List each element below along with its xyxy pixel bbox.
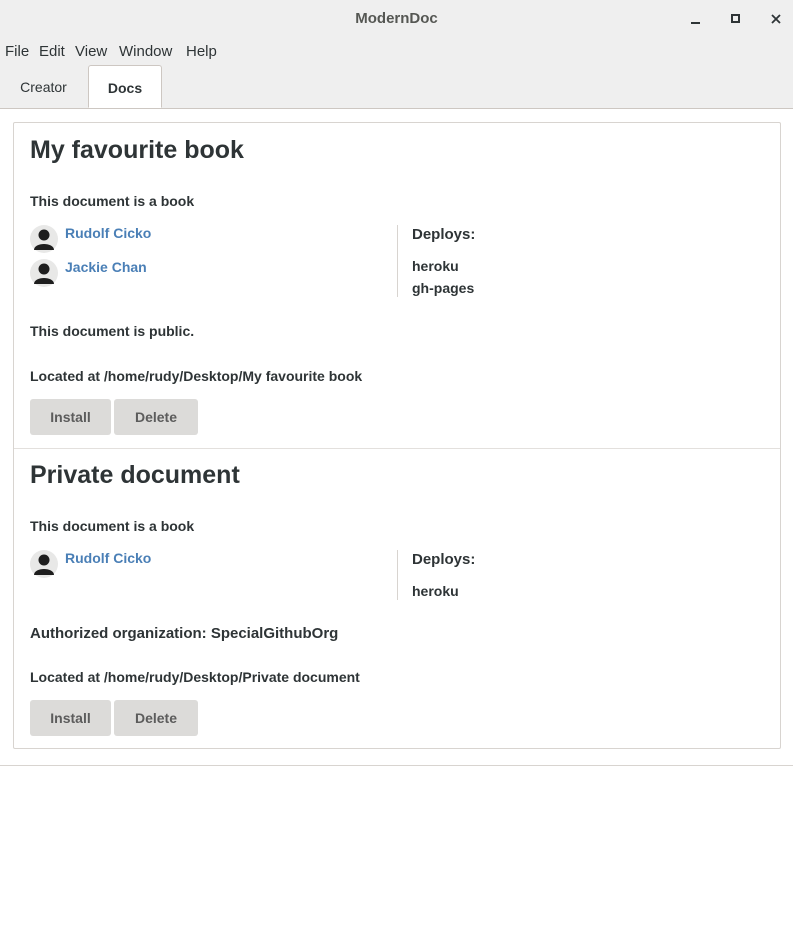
documents-panel: My favourite book This document is a boo… [13, 122, 781, 749]
delete-button[interactable]: Delete [114, 399, 198, 435]
title-bar: ModernDoc [0, 0, 793, 37]
menu-window[interactable]: Window [119, 37, 172, 65]
column-divider [397, 550, 398, 600]
document-separator [14, 448, 780, 449]
deploys-heading: Deploys: [412, 551, 476, 568]
maximize-icon [731, 14, 740, 23]
access-status: This document is public. [30, 323, 195, 339]
user-avatar-icon [30, 550, 58, 578]
delete-button[interactable]: Delete [114, 700, 198, 736]
close-icon [771, 14, 781, 24]
tab-bar: Creator Docs [0, 65, 793, 109]
install-button[interactable]: Install [30, 700, 111, 736]
menu-help[interactable]: Help [186, 37, 217, 65]
author-link[interactable]: Jackie Chan [65, 259, 147, 275]
document-location: Located at /home/rudy/Desktop/My favouri… [30, 368, 363, 384]
author-link[interactable]: Rudolf Cicko [65, 225, 151, 241]
content-bottom-divider [0, 765, 793, 766]
minimize-button[interactable] [685, 8, 707, 30]
menu-edit[interactable]: Edit [39, 37, 65, 65]
install-button[interactable]: Install [30, 399, 111, 435]
document-title: My favourite book [30, 136, 244, 164]
menu-bar: File Edit View Window Help [0, 37, 793, 65]
document-type: This document is a book [30, 518, 195, 534]
column-divider [397, 225, 398, 297]
user-avatar-icon [30, 225, 58, 253]
close-button[interactable] [765, 8, 787, 30]
maximize-button[interactable] [725, 8, 747, 30]
menu-view[interactable]: View [75, 37, 107, 65]
user-avatar-icon [30, 259, 58, 287]
deploy-target: gh-pages [412, 280, 475, 296]
deploy-target: heroku [412, 258, 459, 274]
author-link[interactable]: Rudolf Cicko [65, 550, 151, 566]
tab-creator[interactable]: Creator [0, 65, 87, 108]
document-location: Located at /home/rudy/Desktop/Private do… [30, 669, 360, 685]
authorized-organization: Authorized organization: SpecialGithubOr… [30, 625, 339, 642]
minimize-icon [691, 22, 700, 24]
menu-file[interactable]: File [5, 37, 29, 65]
document-title: Private document [30, 461, 240, 489]
tab-docs[interactable]: Docs [88, 65, 162, 108]
deploys-heading: Deploys: [412, 226, 476, 243]
document-type: This document is a book [30, 193, 195, 209]
deploy-target: heroku [412, 583, 459, 599]
window-title: ModernDoc [355, 10, 438, 27]
